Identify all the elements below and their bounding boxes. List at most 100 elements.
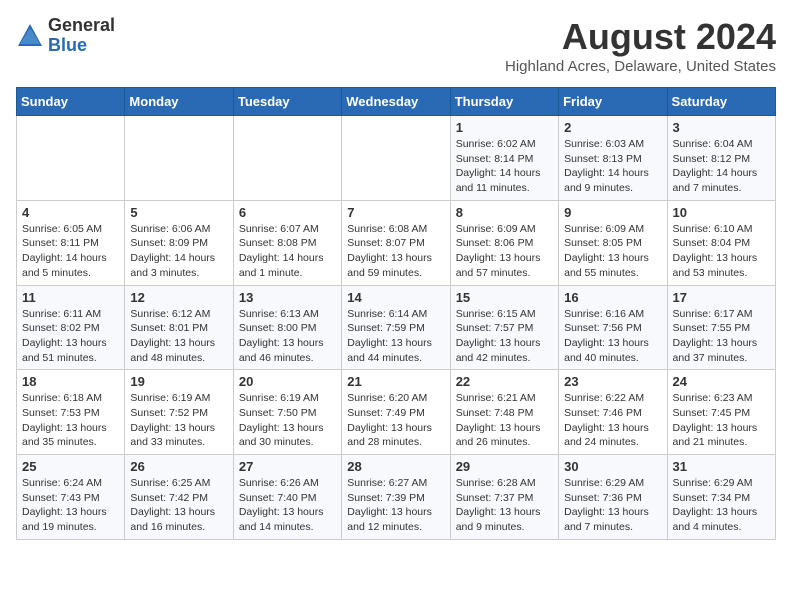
day-info: Sunrise: 6:24 AMSunset: 7:43 PMDaylight:…	[22, 476, 119, 535]
calendar-header-row: SundayMondayTuesdayWednesdayThursdayFrid…	[17, 88, 776, 116]
page-header: General Blue August 2024 Highland Acres,…	[16, 16, 776, 75]
col-header-thursday: Thursday	[450, 88, 558, 116]
day-number: 30	[564, 459, 661, 474]
day-info: Sunrise: 6:27 AMSunset: 7:39 PMDaylight:…	[347, 476, 444, 535]
day-info: Sunrise: 6:13 AMSunset: 8:00 PMDaylight:…	[239, 307, 336, 366]
calendar-cell: 27 Sunrise: 6:26 AMSunset: 7:40 PMDayligh…	[233, 455, 341, 540]
day-info: Sunrise: 6:05 AMSunset: 8:11 PMDaylight:…	[22, 222, 119, 281]
day-number: 7	[347, 205, 444, 220]
col-header-friday: Friday	[559, 88, 667, 116]
calendar-cell: 30 Sunrise: 6:29 AMSunset: 7:36 PMDayligh…	[559, 455, 667, 540]
day-number: 27	[239, 459, 336, 474]
main-title: August 2024	[505, 16, 776, 58]
day-info: Sunrise: 6:26 AMSunset: 7:40 PMDaylight:…	[239, 476, 336, 535]
day-info: Sunrise: 6:06 AMSunset: 8:09 PMDaylight:…	[130, 222, 227, 281]
calendar-table: SundayMondayTuesdayWednesdayThursdayFrid…	[16, 87, 776, 540]
day-number: 20	[239, 374, 336, 389]
day-info: Sunrise: 6:09 AMSunset: 8:05 PMDaylight:…	[564, 222, 661, 281]
day-info: Sunrise: 6:12 AMSunset: 8:01 PMDaylight:…	[130, 307, 227, 366]
day-number: 23	[564, 374, 661, 389]
col-header-saturday: Saturday	[667, 88, 775, 116]
day-number: 21	[347, 374, 444, 389]
day-number: 1	[456, 120, 553, 135]
col-header-sunday: Sunday	[17, 88, 125, 116]
day-info: Sunrise: 6:22 AMSunset: 7:46 PMDaylight:…	[564, 391, 661, 450]
calendar-cell	[17, 116, 125, 201]
day-number: 25	[22, 459, 119, 474]
day-number: 11	[22, 290, 119, 305]
calendar-cell: 16 Sunrise: 6:16 AMSunset: 7:56 PMDayligh…	[559, 285, 667, 370]
day-number: 28	[347, 459, 444, 474]
day-info: Sunrise: 6:19 AMSunset: 7:52 PMDaylight:…	[130, 391, 227, 450]
day-number: 4	[22, 205, 119, 220]
day-number: 26	[130, 459, 227, 474]
logo-text: General Blue	[48, 16, 115, 56]
calendar-cell: 5Sunrise: 6:06 AMSunset: 8:09 PMDaylight…	[125, 200, 233, 285]
day-number: 13	[239, 290, 336, 305]
day-info: Sunrise: 6:20 AMSunset: 7:49 PMDaylight:…	[347, 391, 444, 450]
col-header-tuesday: Tuesday	[233, 88, 341, 116]
day-number: 16	[564, 290, 661, 305]
calendar-cell: 13 Sunrise: 6:13 AMSunset: 8:00 PMDayligh…	[233, 285, 341, 370]
calendar-cell: 1Sunrise: 6:02 AMSunset: 8:14 PMDaylight…	[450, 116, 558, 201]
day-number: 31	[673, 459, 770, 474]
calendar-cell: 3Sunrise: 6:04 AMSunset: 8:12 PMDaylight…	[667, 116, 775, 201]
day-info: Sunrise: 6:14 AMSunset: 7:59 PMDaylight:…	[347, 307, 444, 366]
calendar-cell: 2Sunrise: 6:03 AMSunset: 8:13 PMDaylight…	[559, 116, 667, 201]
calendar-cell: 18Sunrise: 6:18 AMSunset: 7:53 PMDayligh…	[17, 370, 125, 455]
day-info: Sunrise: 6:10 AMSunset: 8:04 PMDaylight:…	[673, 222, 770, 281]
day-number: 12	[130, 290, 227, 305]
day-number: 14	[347, 290, 444, 305]
day-number: 19	[130, 374, 227, 389]
calendar-cell: 22 Sunrise: 6:21 AMSunset: 7:48 PMDayligh…	[450, 370, 558, 455]
calendar-week-row: 25 Sunrise: 6:24 AMSunset: 7:43 PMDayligh…	[17, 455, 776, 540]
day-number: 24	[673, 374, 770, 389]
day-number: 6	[239, 205, 336, 220]
day-info: Sunrise: 6:17 AMSunset: 7:55 PMDaylight:…	[673, 307, 770, 366]
calendar-cell: 15Sunrise: 6:15 AMSunset: 7:57 PMDayligh…	[450, 285, 558, 370]
calendar-cell: 20 Sunrise: 6:19 AMSunset: 7:50 PMDayligh…	[233, 370, 341, 455]
day-info: Sunrise: 6:29 AMSunset: 7:34 PMDaylight:…	[673, 476, 770, 535]
col-header-wednesday: Wednesday	[342, 88, 450, 116]
day-info: Sunrise: 6:07 AMSunset: 8:08 PMDaylight:…	[239, 222, 336, 281]
calendar-cell: 12 Sunrise: 6:12 AMSunset: 8:01 PMDayligh…	[125, 285, 233, 370]
day-info: Sunrise: 6:29 AMSunset: 7:36 PMDaylight:…	[564, 476, 661, 535]
logo-general: General	[48, 16, 115, 36]
calendar-cell: 25 Sunrise: 6:24 AMSunset: 7:43 PMDayligh…	[17, 455, 125, 540]
calendar-cell: 24 Sunrise: 6:23 AMSunset: 7:45 PMDayligh…	[667, 370, 775, 455]
day-info: Sunrise: 6:11 AMSunset: 8:02 PMDaylight:…	[22, 307, 119, 366]
day-number: 8	[456, 205, 553, 220]
logo-icon	[16, 22, 44, 50]
col-header-monday: Monday	[125, 88, 233, 116]
calendar-cell: 26 Sunrise: 6:25 AMSunset: 7:42 PMDayligh…	[125, 455, 233, 540]
day-number: 9	[564, 205, 661, 220]
day-info: Sunrise: 6:16 AMSunset: 7:56 PMDaylight:…	[564, 307, 661, 366]
calendar-cell: 21 Sunrise: 6:20 AMSunset: 7:49 PMDayligh…	[342, 370, 450, 455]
day-info: Sunrise: 6:09 AMSunset: 8:06 PMDaylight:…	[456, 222, 553, 281]
calendar-cell: 29Sunrise: 6:28 AMSunset: 7:37 PMDayligh…	[450, 455, 558, 540]
calendar-week-row: 11 Sunrise: 6:11 AMSunset: 8:02 PMDayligh…	[17, 285, 776, 370]
day-info: Sunrise: 6:23 AMSunset: 7:45 PMDaylight:…	[673, 391, 770, 450]
calendar-cell: 19 Sunrise: 6:19 AMSunset: 7:52 PMDayligh…	[125, 370, 233, 455]
day-number: 10	[673, 205, 770, 220]
calendar-cell: 14 Sunrise: 6:14 AMSunset: 7:59 PMDayligh…	[342, 285, 450, 370]
calendar-cell: 17 Sunrise: 6:17 AMSunset: 7:55 PMDayligh…	[667, 285, 775, 370]
calendar-cell: 11 Sunrise: 6:11 AMSunset: 8:02 PMDayligh…	[17, 285, 125, 370]
day-info: Sunrise: 6:21 AMSunset: 7:48 PMDaylight:…	[456, 391, 553, 450]
day-info: Sunrise: 6:19 AMSunset: 7:50 PMDaylight:…	[239, 391, 336, 450]
day-number: 17	[673, 290, 770, 305]
calendar-cell: 28 Sunrise: 6:27 AMSunset: 7:39 PMDayligh…	[342, 455, 450, 540]
calendar-week-row: 4 Sunrise: 6:05 AMSunset: 8:11 PMDaylight…	[17, 200, 776, 285]
day-number: 22	[456, 374, 553, 389]
calendar-cell: 8 Sunrise: 6:09 AMSunset: 8:06 PMDaylight…	[450, 200, 558, 285]
calendar-cell: 31 Sunrise: 6:29 AMSunset: 7:34 PMDayligh…	[667, 455, 775, 540]
day-info: Sunrise: 6:25 AMSunset: 7:42 PMDaylight:…	[130, 476, 227, 535]
logo-blue: Blue	[48, 36, 115, 56]
day-info: Sunrise: 6:03 AMSunset: 8:13 PMDaylight:…	[564, 137, 661, 196]
day-info: Sunrise: 6:18 AMSunset: 7:53 PMDaylight:…	[22, 391, 119, 450]
calendar-cell	[233, 116, 341, 201]
calendar-cell	[342, 116, 450, 201]
day-info: Sunrise: 6:08 AMSunset: 8:07 PMDaylight:…	[347, 222, 444, 281]
subtitle: Highland Acres, Delaware, United States	[505, 58, 776, 75]
calendar-cell	[125, 116, 233, 201]
